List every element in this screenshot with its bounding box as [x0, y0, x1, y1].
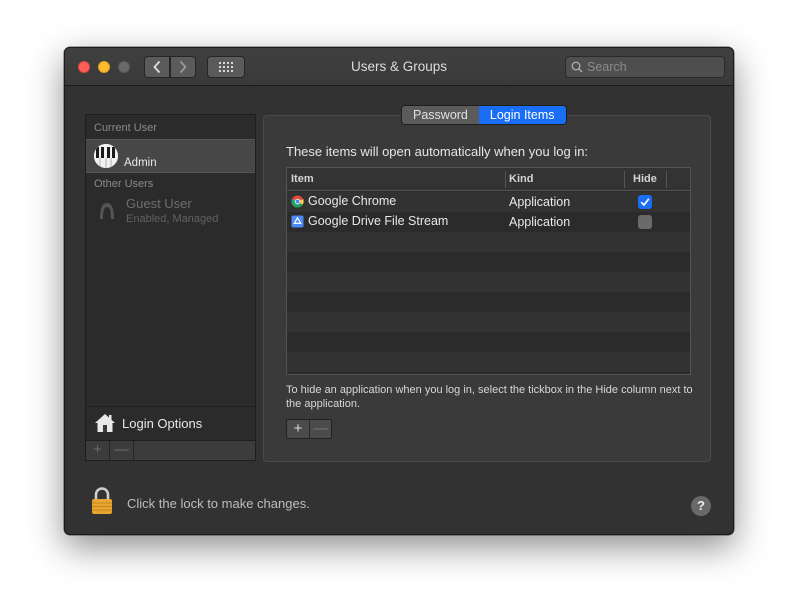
hide-checkbox-unchecked[interactable]: [638, 215, 652, 229]
google-drive-icon: [291, 214, 304, 228]
back-button[interactable]: [144, 56, 170, 78]
empty-row: [287, 232, 690, 252]
title-bar: Users & Groups: [65, 48, 733, 86]
tab-password[interactable]: Password: [402, 106, 479, 124]
column-divider: [624, 171, 625, 188]
kind-cell: Application: [509, 215, 571, 229]
search-input[interactable]: [587, 60, 712, 74]
column-header-hide[interactable]: Hide: [633, 173, 657, 185]
item-cell: Google Chrome: [291, 194, 396, 208]
lock-icon[interactable]: [89, 486, 115, 516]
login-items-panel: These items will open automatically when…: [263, 115, 711, 462]
chevron-right-icon: [179, 60, 187, 74]
chevron-left-icon: [153, 60, 161, 74]
login-options-label: Login Options: [122, 416, 203, 431]
house-icon: [95, 414, 115, 432]
table-row[interactable]: Google Chrome Application: [287, 192, 690, 212]
guest-user-name: Guest User: [126, 196, 192, 211]
column-divider: [666, 171, 667, 188]
current-user-name: Admin: [124, 157, 157, 169]
login-items-button-group: + —: [286, 419, 332, 439]
search-icon: [571, 61, 583, 73]
item-name: Google Drive File Stream: [308, 214, 449, 228]
avatar: [94, 144, 118, 168]
preferences-window: Users & Groups Current User Admin Other …: [64, 47, 734, 535]
add-user-button[interactable]: +: [86, 441, 110, 460]
item-name: Google Chrome: [308, 194, 397, 208]
lock-message: Click the lock to make changes.: [127, 496, 310, 511]
empty-row: [287, 352, 690, 372]
column-header-item[interactable]: Item: [291, 173, 314, 185]
login-items-table: Item Kind Hide Google Chrome Application…: [286, 167, 691, 375]
hide-checkbox-checked[interactable]: [638, 195, 652, 209]
grid-icon: [219, 62, 233, 72]
tab-login-items[interactable]: Login Items: [478, 106, 566, 124]
login-options-item[interactable]: Login Options: [86, 406, 255, 441]
add-login-item-button[interactable]: +: [287, 420, 309, 438]
column-divider: [505, 171, 506, 188]
item-cell: Google Drive File Stream: [291, 214, 448, 228]
empty-row: [287, 292, 690, 312]
current-user-header: Current User: [94, 122, 157, 134]
person-silhouette-icon: [100, 203, 114, 219]
sidebar-button-bar: + —: [86, 440, 255, 460]
empty-row: [287, 332, 690, 352]
empty-row: [287, 312, 690, 332]
forward-button[interactable]: [170, 56, 196, 78]
remove-login-item-button[interactable]: —: [309, 420, 331, 438]
column-header-kind[interactable]: Kind: [509, 173, 533, 185]
guest-user-status: Enabled, Managed: [126, 213, 219, 225]
checkmark-icon: [640, 198, 650, 207]
users-sidebar: Current User Admin Other Users Guest Use…: [85, 114, 256, 461]
chrome-icon: [291, 194, 304, 208]
sidebar-item-guest-user[interactable]: Guest User Enabled, Managed: [86, 193, 255, 227]
show-all-button[interactable]: [207, 56, 245, 78]
table-header: Item Kind Hide: [287, 168, 690, 191]
table-row[interactable]: Google Drive File Stream Application: [287, 212, 690, 232]
tab-bar: Password Login Items: [401, 105, 567, 125]
zoom-button[interactable]: [118, 61, 130, 73]
panel-heading: These items will open automatically when…: [286, 144, 589, 159]
empty-row: [287, 272, 690, 292]
help-button[interactable]: ?: [691, 496, 711, 516]
close-button[interactable]: [78, 61, 90, 73]
search-field[interactable]: [565, 56, 725, 78]
minimize-button[interactable]: [98, 61, 110, 73]
hide-instructions: To hide an application when you log in, …: [286, 384, 693, 410]
remove-user-button[interactable]: —: [110, 441, 134, 460]
kind-cell: Application: [509, 195, 571, 209]
sidebar-item-admin[interactable]: Admin: [86, 139, 255, 173]
piano-keys-avatar-icon: [94, 144, 118, 168]
other-users-header: Other Users: [94, 178, 154, 190]
empty-row: [287, 252, 690, 272]
